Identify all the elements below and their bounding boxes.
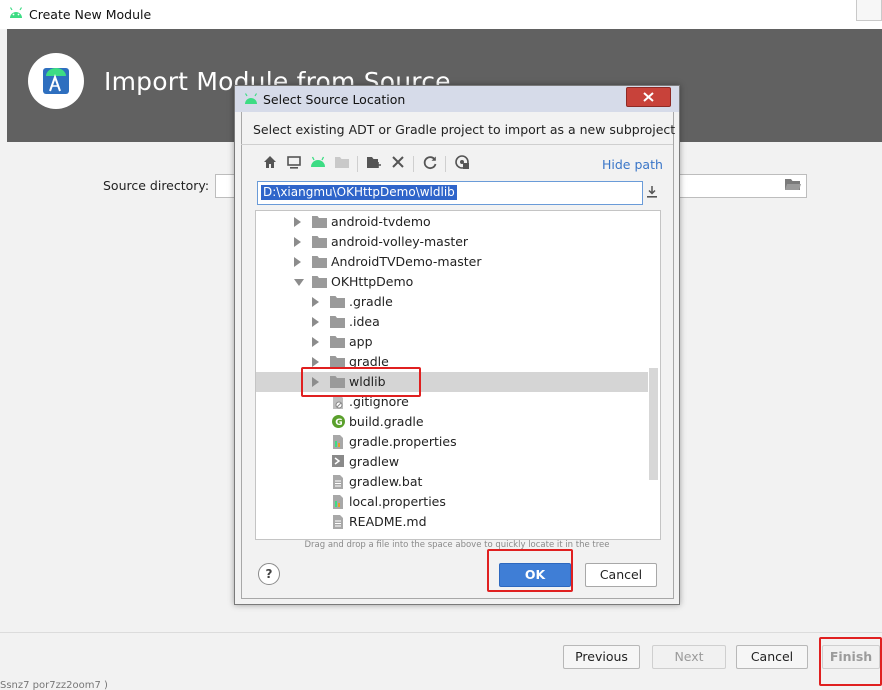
tree-row-label: .idea (349, 314, 380, 329)
tree-row[interactable]: android-tvdemo (256, 212, 648, 232)
dialog-title: Select Source Location (263, 92, 406, 107)
tree-row-label: OKHttpDemo (331, 274, 414, 289)
wldlib-highlight-box (301, 367, 421, 397)
chevron-right-icon[interactable] (312, 317, 319, 327)
text-file-icon (332, 515, 344, 532)
android-icon (8, 7, 24, 22)
android-studio-logo-icon (28, 53, 84, 109)
browse-folder-icon[interactable] (785, 178, 801, 194)
tree-row[interactable]: app (256, 332, 648, 352)
show-hidden-files-icon[interactable] (454, 154, 472, 172)
chevron-right-icon[interactable] (294, 217, 301, 227)
tree-row-label: AndroidTVDemo-master (331, 254, 482, 269)
tree-row[interactable]: AndroidTVDemo-master (256, 252, 648, 272)
chevron-right-icon[interactable] (294, 237, 301, 247)
toolbar-divider (357, 156, 358, 172)
select-source-location-dialog: Select Source Location Select existing A… (234, 85, 680, 605)
tree-row[interactable]: gradle.properties (256, 432, 648, 452)
tree-row[interactable]: android-volley-master (256, 232, 648, 252)
tree-row-label: build.gradle (349, 414, 424, 429)
delete-icon[interactable] (390, 154, 408, 172)
text-file-icon (332, 475, 344, 492)
folder-icon (312, 255, 327, 271)
script-file-icon (332, 455, 344, 470)
finish-highlight-box (819, 637, 882, 686)
folder-icon (330, 315, 345, 331)
tree-row-label: android-tvdemo (331, 214, 431, 229)
path-input-value: D:\xiangmu\OKHttpDemo\wldlib (261, 185, 457, 200)
previous-button[interactable]: Previous (563, 645, 640, 669)
tree-row[interactable]: .gradle (256, 292, 648, 312)
window-close-button[interactable] (856, 0, 882, 21)
close-icon (643, 92, 654, 102)
hide-path-link[interactable]: Hide path (602, 157, 663, 172)
path-input[interactable]: D:\xiangmu\OKHttpDemo\wldlib (257, 181, 643, 205)
chevron-right-icon[interactable] (312, 337, 319, 347)
window-title: Create New Module (29, 7, 152, 22)
footer-divider (0, 632, 882, 633)
folder-icon (330, 295, 345, 311)
next-button[interactable]: Next (652, 645, 726, 669)
tree-row-label: android-volley-master (331, 234, 469, 249)
android-icon (243, 93, 259, 108)
tree-row[interactable]: gradlew (256, 452, 648, 472)
refresh-icon[interactable] (422, 154, 440, 172)
window-titlebar: Create New Module (0, 0, 882, 29)
tree-row[interactable]: OKHttpDemo (256, 272, 648, 292)
dialog-titlebar: Select Source Location (235, 86, 679, 112)
android-project-icon[interactable] (310, 154, 328, 172)
folder-icon (312, 275, 327, 291)
tree-row-label: gradle.properties (349, 434, 457, 449)
chevron-right-icon[interactable] (312, 297, 319, 307)
properties-file-icon (332, 495, 344, 512)
folder-icon (312, 235, 327, 251)
tree-row-label: README.md (349, 514, 427, 529)
status-text: Ssnz7 por7zz2oom7 ) (0, 680, 108, 690)
dialog-divider (241, 144, 673, 145)
desktop-icon[interactable] (286, 154, 304, 172)
drag-drop-hint: Drag and drop a file into the space abov… (304, 540, 610, 550)
folder-icon (312, 215, 327, 231)
folder-icon (330, 335, 345, 351)
tree-row[interactable]: Gbuild.gradle (256, 412, 648, 432)
gradle-file-icon: G (332, 415, 345, 431)
tree-row-label: gradlew.bat (349, 474, 423, 489)
properties-file-icon (332, 435, 344, 452)
module-icon[interactable] (334, 154, 352, 172)
tree-row-label: gradlew (349, 454, 400, 469)
tree-row[interactable]: local.properties (256, 492, 648, 512)
dialog-cancel-button[interactable]: Cancel (585, 563, 657, 587)
tree-scrollbar[interactable] (649, 368, 658, 480)
source-directory-label: Source directory: (103, 178, 210, 193)
tree-row[interactable]: gradlew.bat (256, 472, 648, 492)
tree-row[interactable]: .idea (256, 312, 648, 332)
gitignore-file-icon (332, 395, 344, 412)
tree-row-label: .gradle (349, 294, 393, 309)
svg-text:G: G (335, 418, 342, 428)
dialog-description: Select existing ADT or Gradle project to… (253, 122, 676, 137)
toolbar-divider (445, 156, 446, 172)
tree-row[interactable]: README.md (256, 512, 648, 532)
new-folder-icon[interactable] (366, 154, 384, 172)
toolbar-divider (413, 156, 414, 172)
chevron-right-icon[interactable] (312, 357, 319, 367)
chevron-right-icon[interactable] (294, 257, 301, 267)
home-icon[interactable] (262, 154, 280, 172)
download-icon[interactable] (646, 186, 658, 201)
tree-row-label: local.properties (349, 494, 446, 509)
cancel-button[interactable]: Cancel (736, 645, 808, 669)
dialog-close-button[interactable] (626, 87, 671, 107)
help-button[interactable]: ? (258, 563, 280, 585)
chevron-down-icon[interactable] (294, 279, 304, 286)
ok-highlight-box (487, 549, 573, 592)
tree-row-label: app (349, 334, 373, 349)
